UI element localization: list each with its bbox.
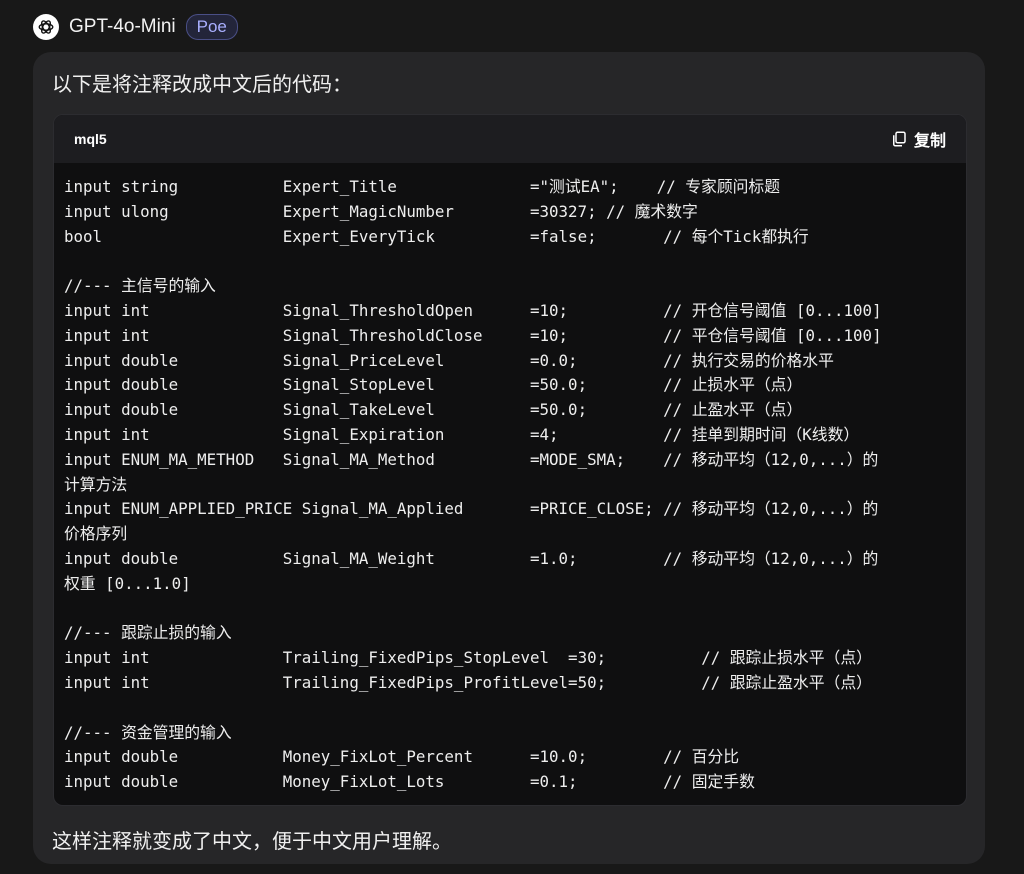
platform-badge[interactable]: Poe xyxy=(185,14,238,40)
code-content: input string Expert_Title ="测试EA"; // 专家… xyxy=(64,175,882,795)
code-line: input ENUM_APPLIED_PRICE Signal_MA_Appli… xyxy=(64,499,879,519)
code-line: input int Signal_Expiration =4; // 挂单到期时… xyxy=(64,424,860,444)
copy-button-label: 复制 xyxy=(913,131,946,150)
code-block-header: mql5 复制 xyxy=(54,115,966,163)
copy-button[interactable]: 复制 xyxy=(890,127,946,151)
code-line: input double Signal_PriceLevel =0.0; // … xyxy=(64,350,834,370)
code-line: input int Signal_ThresholdOpen =10; // 开… xyxy=(64,300,882,320)
code-line: input int Signal_ThresholdClose =10; // … xyxy=(64,325,882,345)
code-line: bool Expert_EveryTick =false; // 每个Tick都… xyxy=(64,226,809,246)
code-line: //--- 资金管理的输入 xyxy=(64,722,232,742)
code-line: input double Signal_TakeLevel =50.0; // … xyxy=(64,400,803,420)
chat-header: GPT-4o-Mini Poe xyxy=(33,11,238,43)
code-line: input ENUM_MA_METHOD Signal_MA_Method =M… xyxy=(64,449,879,469)
code-line: input int Trailing_FixedPips_StopLevel =… xyxy=(64,648,872,668)
code-line: input double Money_FixLot_Percent =10.0;… xyxy=(64,747,740,767)
openai-logo-icon[interactable] xyxy=(33,14,59,40)
bot-message-bubble: 以下是将注释改成中文后的代码： mql5 复制 input string Exp… xyxy=(33,52,985,864)
openai-knot-icon xyxy=(38,20,54,34)
code-language-label: mql5 xyxy=(74,131,107,147)
code-line: 权重 [0...1.0] xyxy=(64,573,191,593)
code-block: mql5 复制 input string Expert_Title ="测试EA… xyxy=(53,114,967,806)
code-line: //--- 跟踪止损的输入 xyxy=(64,623,232,643)
code-line: 价格序列 xyxy=(64,524,128,544)
bot-name[interactable]: GPT-4o-Mini xyxy=(69,16,176,38)
code-line: input ulong Expert_MagicNumber =30327; /… xyxy=(64,201,698,221)
message-intro-text: 以下是将注释改成中文后的代码： xyxy=(52,72,352,96)
code-line: input double Signal_StopLevel =50.0; // … xyxy=(64,375,803,395)
message-outro-text: 这样注释就变成了中文，便于中文用户理解。 xyxy=(52,829,452,853)
code-line: 计算方法 xyxy=(64,474,128,494)
code-line: input string Expert_Title ="测试EA"; // 专家… xyxy=(64,177,781,196)
code-line: input double Signal_MA_Weight =1.0; // 移… xyxy=(64,548,879,568)
code-line: //--- 主信号的输入 xyxy=(64,276,216,296)
code-line: input int Trailing_FixedPips_ProfitLevel… xyxy=(64,672,872,692)
code-line: input double Money_FixLot_Lots =0.1; // … xyxy=(64,772,755,792)
copy-icon xyxy=(892,131,906,147)
